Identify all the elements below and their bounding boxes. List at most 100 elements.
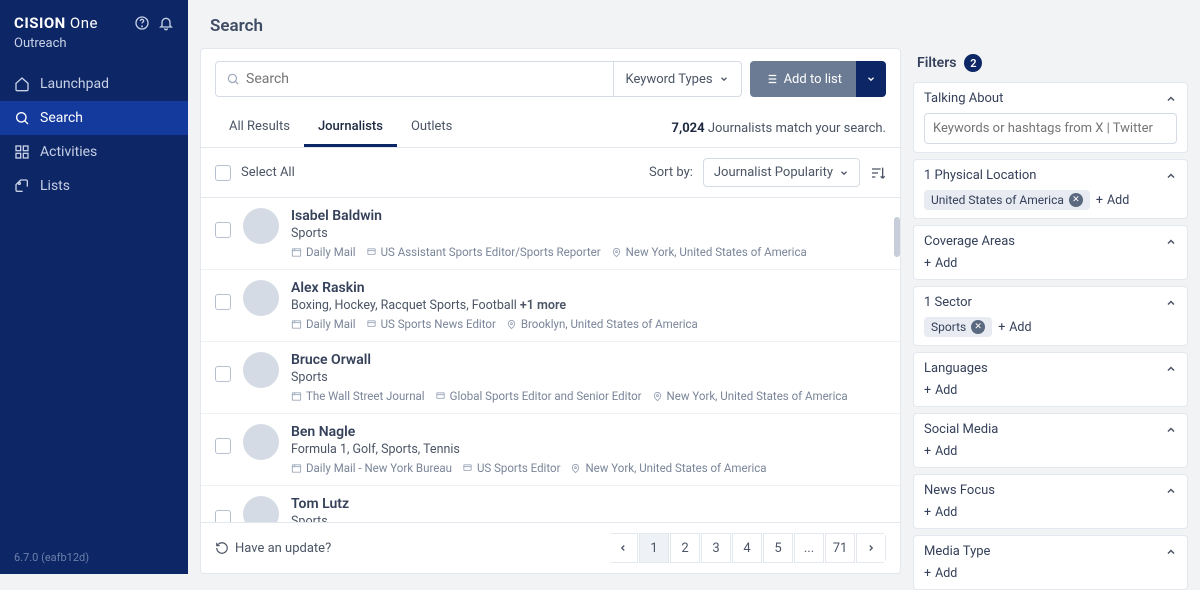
version: 6.7.0 (eafb12d): [0, 541, 188, 574]
pager-next[interactable]: [856, 533, 886, 563]
sidebar-item-launchpad[interactable]: Launchpad: [0, 67, 188, 101]
add-to-list-button[interactable]: Add to list: [750, 61, 856, 97]
pager-prev[interactable]: [609, 533, 638, 563]
chip-remove[interactable]: ✕: [1069, 193, 1083, 207]
pager-page[interactable]: 5: [763, 533, 793, 563]
pager-page[interactable]: 71: [825, 533, 855, 563]
update-label: Have an update?: [235, 541, 331, 556]
filter-head[interactable]: 1 Physical Location: [924, 168, 1177, 183]
result-row[interactable]: Tom Lutz Sports The Guardian - New York …: [201, 486, 900, 522]
help-icon[interactable]: [134, 15, 150, 31]
result-row[interactable]: Alex Raskin Boxing, Hockey, Racquet Spor…: [201, 270, 900, 342]
add-location[interactable]: + Add: [1096, 190, 1129, 210]
count-num: 7,024: [672, 121, 705, 136]
filters-title: Filters: [917, 55, 956, 71]
sidebar-item-lists[interactable]: Lists: [0, 169, 188, 203]
sort-direction-icon[interactable]: [870, 165, 886, 181]
have-update-button[interactable]: Have an update?: [215, 541, 331, 556]
tab-all-results[interactable]: All Results: [215, 109, 304, 147]
row-checkbox[interactable]: [215, 438, 231, 454]
result-row[interactable]: Bruce Orwall Sports The Wall Street Jour…: [201, 342, 900, 414]
pager-page[interactable]: 1: [639, 533, 669, 563]
row-checkbox[interactable]: [215, 510, 231, 522]
select-all-checkbox[interactable]: [215, 165, 231, 181]
search-box[interactable]: [215, 61, 614, 97]
scrollbar-thumb[interactable]: [894, 217, 900, 257]
pager-page[interactable]: 4: [732, 533, 762, 563]
location: New York, United States of America: [652, 389, 848, 403]
filter-head[interactable]: Media Type: [924, 544, 1177, 559]
sort-dropdown[interactable]: Journalist Popularity: [703, 158, 860, 187]
pager-page[interactable]: ...: [794, 533, 824, 563]
tabs: All Results Journalists Outlets 7,024 Jo…: [201, 109, 900, 148]
brand-one: One: [70, 14, 98, 32]
search-input[interactable]: [246, 71, 603, 87]
list-icon: [764, 72, 778, 86]
toolbar: Keyword Types Add to list: [201, 49, 900, 109]
filter-title: News Focus: [924, 483, 995, 498]
add-label: Add: [935, 444, 957, 459]
location: Brooklyn, United States of America: [506, 317, 698, 331]
chevron-up-icon: [1165, 170, 1177, 182]
main-panel: Keyword Types Add to list All Results Jo…: [200, 48, 901, 574]
outlet: Daily Mail: [291, 245, 356, 259]
chevron-down-icon: [839, 168, 849, 178]
add-coverage[interactable]: + Add: [924, 256, 957, 271]
pager-page[interactable]: 2: [670, 533, 700, 563]
result-row[interactable]: Isabel Baldwin Sports Daily Mail US Assi…: [201, 198, 900, 270]
filter-head[interactable]: Coverage Areas: [924, 234, 1177, 249]
sidebar-item-activities[interactable]: Activities: [0, 135, 188, 169]
pagination: 12345...71: [609, 533, 886, 563]
filters-panel: Filters 2 Talking About 1 Physical Locat…: [913, 48, 1188, 574]
add-social[interactable]: + Add: [924, 444, 957, 459]
avatar: [243, 496, 279, 522]
bell-icon[interactable]: [158, 15, 174, 31]
sort-value: Journalist Popularity: [714, 165, 833, 180]
filter-news-focus: News Focus + Add: [913, 474, 1188, 529]
sort-label: Sort by:: [649, 165, 693, 180]
location: New York, United States of America: [570, 461, 766, 475]
row-checkbox[interactable]: [215, 294, 231, 310]
add-to-list-dropdown[interactable]: [856, 61, 886, 97]
filter-head[interactable]: Social Media: [924, 422, 1177, 437]
add-language[interactable]: + Add: [924, 383, 957, 398]
add-label: Add: [935, 383, 957, 398]
add-news-focus[interactable]: + Add: [924, 505, 957, 520]
filter-head[interactable]: News Focus: [924, 483, 1177, 498]
keyword-types-button[interactable]: Keyword Types: [614, 61, 742, 97]
history-icon: [215, 541, 229, 555]
kw-label: Keyword Types: [626, 72, 713, 87]
filter-head[interactable]: Talking About: [924, 91, 1177, 106]
talking-input[interactable]: [924, 113, 1177, 144]
pager-page[interactable]: 3: [701, 533, 731, 563]
chip-remove[interactable]: ✕: [971, 320, 985, 334]
chevron-up-icon: [1165, 424, 1177, 436]
filter-social-media: Social Media + Add: [913, 413, 1188, 468]
content: Search Keyword Types Add to list All Res…: [188, 0, 1200, 574]
tab-outlets[interactable]: Outlets: [397, 109, 466, 147]
avatar: [243, 280, 279, 316]
controls: Select All Sort by: Journalist Popularit…: [201, 148, 900, 198]
tab-journalists[interactable]: Journalists: [304, 109, 397, 147]
role: US Sports News Editor: [366, 317, 496, 331]
filter-title: Languages: [924, 361, 988, 376]
filter-head[interactable]: 1 Sector: [924, 295, 1177, 310]
journalist-meta: The Wall Street Journal Global Sports Ed…: [291, 389, 886, 403]
filter-title: Talking About: [924, 91, 1003, 106]
role: US Sports Editor: [462, 461, 561, 475]
add-sector[interactable]: + Add: [998, 317, 1031, 337]
add-label: Add to list: [784, 72, 842, 87]
filter-head[interactable]: Languages: [924, 361, 1177, 376]
result-row[interactable]: Ben Nagle Formula 1, Golf, Sports, Tenni…: [201, 414, 900, 486]
row-checkbox[interactable]: [215, 366, 231, 382]
filter-title: Social Media: [924, 422, 998, 437]
journalist-name: Isabel Baldwin: [291, 208, 886, 224]
page-title: Search: [188, 0, 1200, 48]
nav-label: Launchpad: [40, 76, 109, 92]
brand-name: CISION: [14, 14, 66, 32]
chevron-up-icon: [1165, 546, 1177, 558]
filter-talking-about: Talking About: [913, 82, 1188, 153]
row-checkbox[interactable]: [215, 222, 231, 238]
chip-label: Sports: [931, 320, 966, 334]
sidebar-item-search[interactable]: Search: [0, 101, 188, 135]
